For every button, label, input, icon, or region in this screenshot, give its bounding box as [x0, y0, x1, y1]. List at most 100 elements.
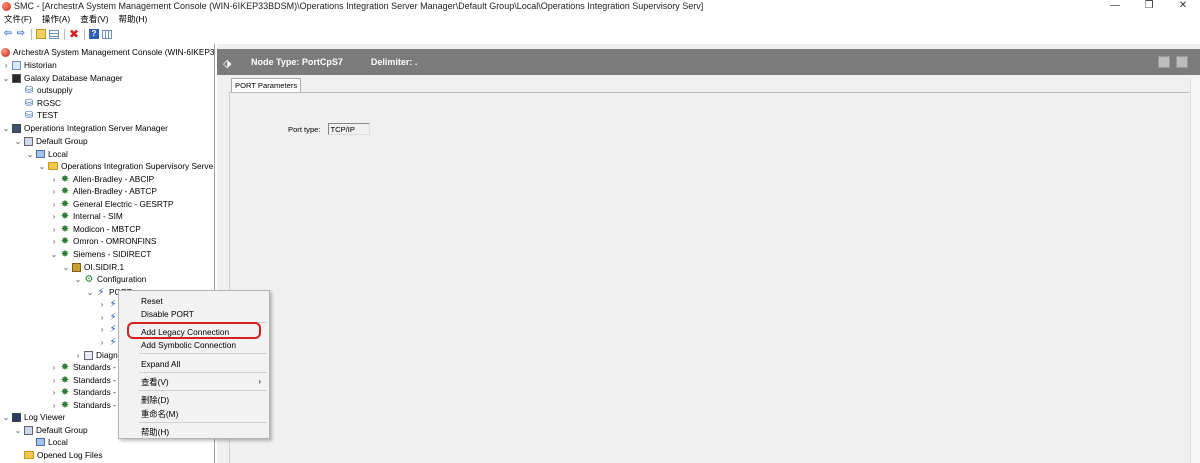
tree-item-rgsc[interactable]: ⛁ RGSC: [24, 97, 61, 109]
chevron-down-icon[interactable]: ⌄: [2, 74, 10, 83]
menu-item-rename[interactable]: 重命名(M): [119, 407, 269, 420]
chevron-down-icon[interactable]: ⌄: [2, 124, 10, 133]
driver-gear-icon: ✸: [60, 399, 70, 411]
lock-icon[interactable]: [1158, 56, 1170, 68]
chevron-right-icon[interactable]: ›: [74, 351, 82, 360]
tree-item-diagnostics[interactable]: › Diagn: [74, 349, 118, 361]
tree-item-galaxy-db[interactable]: ⌄ Galaxy Database Manager: [2, 72, 123, 84]
database-icon: ⛁: [24, 97, 34, 109]
tree-item-local[interactable]: ⌄ Local: [26, 148, 68, 160]
tree-item-default-group[interactable]: ⌄ Default Group: [14, 135, 88, 147]
chevron-right-icon[interactable]: ›: [50, 401, 58, 410]
toolbar-separator: [84, 28, 85, 40]
chevron-right-icon[interactable]: ›: [50, 388, 58, 397]
connection-icon: ⚡: [109, 311, 117, 323]
tree-item-log-viewer[interactable]: ⌄ Log Viewer: [2, 411, 66, 423]
tab-port-parameters[interactable]: PORT Parameters: [231, 78, 302, 92]
delete-icon[interactable]: ✖: [68, 28, 80, 40]
menu-item-reset[interactable]: Reset: [119, 294, 269, 307]
menu-help[interactable]: 帮助(H): [119, 13, 148, 25]
chevron-down-icon[interactable]: ⌄: [14, 137, 22, 146]
chevron-down-icon[interactable]: ⌄: [14, 426, 22, 435]
vertical-scrollbar[interactable]: [1190, 78, 1200, 463]
tree-item-historian[interactable]: › Historian: [2, 59, 57, 71]
menu-item-expand-all[interactable]: Expand All: [119, 357, 269, 370]
menu-item-label: 删除(D): [141, 394, 170, 405]
menu-bar: 文件(F) 操作(A) 查看(V) 帮助(H): [0, 13, 157, 25]
tree-item-label: ArchestrA System Management Console (WIN…: [13, 47, 215, 57]
chevron-right-icon[interactable]: ›: [50, 212, 58, 221]
port-type-field[interactable]: TCP/IP: [327, 123, 370, 135]
chevron-right-icon[interactable]: ›: [98, 313, 106, 322]
tree-item-outsupply[interactable]: ⛁ outsupply: [24, 84, 73, 96]
chevron-right-icon[interactable]: ›: [50, 363, 58, 372]
historian-icon: [12, 60, 21, 70]
port-parameters-panel: Port type: TCP/IP: [229, 92, 1189, 463]
tree-item-oism[interactable]: ⌄ Operations Integration Server Manager: [2, 122, 168, 134]
up-folder-icon[interactable]: [35, 28, 47, 40]
chevron-right-icon[interactable]: ›: [50, 376, 58, 385]
tree-item-omronfins[interactable]: › ✸ Omron - OMRONFINS: [50, 235, 157, 247]
tree-item-sim[interactable]: › ✸ Internal - SIM: [50, 210, 123, 222]
driver-gear-icon: ✸: [60, 374, 70, 386]
details-icon[interactable]: [101, 28, 113, 40]
driver-gear-icon: ✸: [60, 198, 70, 210]
restore-button[interactable]: ❐: [1132, 0, 1166, 12]
tree-item-root[interactable]: ArchestrA System Management Console (WIN…: [1, 46, 215, 58]
chevron-down-icon[interactable]: ⌄: [86, 288, 94, 297]
tree-item-test[interactable]: ⛁ TEST: [24, 109, 58, 121]
tree-item-label: Operations Integration Server Manager: [24, 123, 168, 133]
tree-item-ois-server[interactable]: ⌄ Operations Integration Supervisory Ser…: [38, 160, 214, 172]
chevron-down-icon[interactable]: ⌄: [50, 250, 58, 259]
tree-item-label: Default Group: [36, 136, 88, 146]
menu-action[interactable]: 操作(A): [42, 13, 70, 25]
tree-item-abcip[interactable]: › ✸ Allen-Bradley - ABCIP: [50, 173, 155, 185]
tree-item-mbtcp[interactable]: › ✸ Modicon - MBTCP: [50, 223, 141, 235]
chevron-down-icon[interactable]: ⌄: [26, 150, 34, 159]
menu-item-view[interactable]: 查看(V) ›: [119, 375, 269, 388]
tree-item-standards[interactable]: › ✸ Standards -: [50, 386, 116, 398]
save-icon[interactable]: [1176, 56, 1188, 68]
chevron-right-icon[interactable]: ›: [50, 187, 58, 196]
menu-item-delete[interactable]: 删除(D): [119, 393, 269, 406]
forward-icon[interactable]: ⇨: [15, 28, 27, 40]
chevron-right-icon[interactable]: ›: [98, 300, 106, 309]
tree-item-configuration[interactable]: ⌄ ⚙ Configuration: [74, 273, 147, 285]
menu-item-help[interactable]: 帮助(H): [119, 425, 269, 438]
help-icon[interactable]: ?: [88, 28, 100, 40]
tree-item-label: Galaxy Database Manager: [24, 73, 123, 83]
chevron-down-icon[interactable]: ⌄: [2, 413, 10, 422]
tree-item-standards[interactable]: › ✸ Standards -: [50, 374, 116, 386]
minimize-button[interactable]: —: [1098, 0, 1132, 12]
window-controls: — ❐ ✕: [1098, 0, 1200, 12]
chevron-right-icon[interactable]: ›: [2, 61, 10, 70]
delimiter-label: Delimiter: .: [370, 57, 418, 67]
back-icon[interactable]: ⇦: [2, 28, 14, 40]
chevron-right-icon[interactable]: ›: [50, 225, 58, 234]
tree-item-standards[interactable]: › ✸ Standards -: [50, 361, 116, 373]
tree-item-sidirect[interactable]: ⌄ ✸ Siemens - SIDIRECT: [50, 248, 152, 260]
menu-separator: [139, 372, 267, 373]
tree-item-log-default-group[interactable]: ⌄ Default Group: [14, 424, 88, 436]
title-bar: SMC - [ArchestrA System Management Conso…: [0, 0, 1200, 12]
tree-item-gesrtp[interactable]: › ✸ General Electric - GESRTP: [50, 198, 174, 210]
chevron-down-icon[interactable]: ⌄: [62, 263, 70, 272]
menu-view[interactable]: 查看(V): [80, 13, 108, 25]
tree-item-abtcp[interactable]: › ✸ Allen-Bradley - ABTCP: [50, 185, 157, 197]
tree-item-standards[interactable]: › ✸ Standards -: [50, 399, 116, 411]
menu-item-disable-port[interactable]: Disable PORT: [119, 307, 269, 320]
chevron-right-icon[interactable]: ›: [98, 325, 106, 334]
chevron-down-icon[interactable]: ⌄: [74, 275, 82, 284]
chevron-down-icon[interactable]: ⌄: [38, 162, 46, 171]
close-button[interactable]: ✕: [1166, 0, 1200, 12]
chevron-right-icon[interactable]: ›: [50, 237, 58, 246]
chevron-right-icon[interactable]: ›: [50, 175, 58, 184]
chevron-right-icon[interactable]: ›: [50, 200, 58, 209]
tree-item-oi-sidir[interactable]: ⌄ OI.SIDIR.1: [62, 261, 124, 273]
list-view-icon[interactable]: [48, 28, 60, 40]
tree-item-opened-logs[interactable]: Opened Log Files: [24, 449, 103, 461]
menu-file[interactable]: 文件(F): [4, 13, 32, 25]
chevron-right-icon[interactable]: ›: [98, 338, 106, 347]
tree-item-log-local[interactable]: Local: [36, 436, 68, 448]
menu-item-add-symbolic-connection[interactable]: Add Symbolic Connection: [119, 338, 269, 351]
